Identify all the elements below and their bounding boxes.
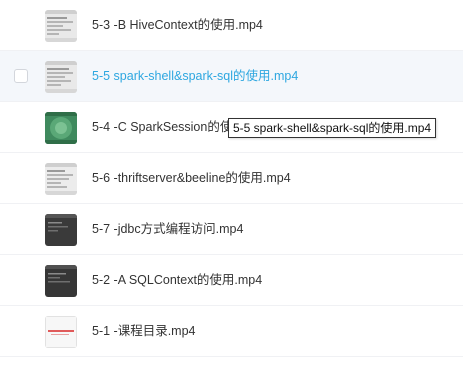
file-row[interactable]: 5-7 -jdbc方式编程访问.mp4 bbox=[0, 204, 463, 255]
dark-terminal-icon bbox=[45, 214, 77, 246]
green-slide-icon bbox=[45, 112, 77, 144]
dark-terminal-icon bbox=[45, 265, 77, 297]
file-row-hovered[interactable]: 5-5 spark-shell&spark-sql的使用.mp4 bbox=[0, 51, 463, 102]
file-name[interactable]: 5-2 -A SQLContext的使用.mp4 bbox=[92, 272, 262, 288]
file-list: 5-3 -B HiveContext的使用.mp4 5-5 spark-shel… bbox=[0, 0, 463, 357]
file-row[interactable]: 5-2 -A SQLContext的使用.mp4 bbox=[0, 255, 463, 306]
light-screenshot-icon bbox=[45, 61, 77, 93]
select-checkbox[interactable] bbox=[14, 69, 28, 83]
light-screenshot-icon bbox=[45, 163, 77, 195]
light-screenshot-icon bbox=[45, 10, 77, 42]
file-row[interactable]: 5-1 -课程目录.mp4 bbox=[0, 306, 463, 357]
file-row[interactable]: 5-3 -B HiveContext的使用.mp4 bbox=[0, 0, 463, 51]
filename-tooltip: 5-5 spark-shell&spark-sql的使用.mp4 bbox=[228, 118, 437, 138]
file-name[interactable]: 5-1 -课程目录.mp4 bbox=[92, 323, 196, 339]
file-name[interactable]: 5-6 -thriftserver&beeline的使用.mp4 bbox=[92, 170, 291, 186]
file-name[interactable]: 5-7 -jdbc方式编程访问.mp4 bbox=[92, 221, 243, 237]
file-name[interactable]: 5-5 spark-shell&spark-sql的使用.mp4 bbox=[92, 68, 298, 84]
red-text-slide-icon bbox=[45, 316, 77, 348]
file-row[interactable]: 5-6 -thriftserver&beeline的使用.mp4 bbox=[0, 153, 463, 204]
file-name[interactable]: 5-3 -B HiveContext的使用.mp4 bbox=[92, 17, 263, 33]
